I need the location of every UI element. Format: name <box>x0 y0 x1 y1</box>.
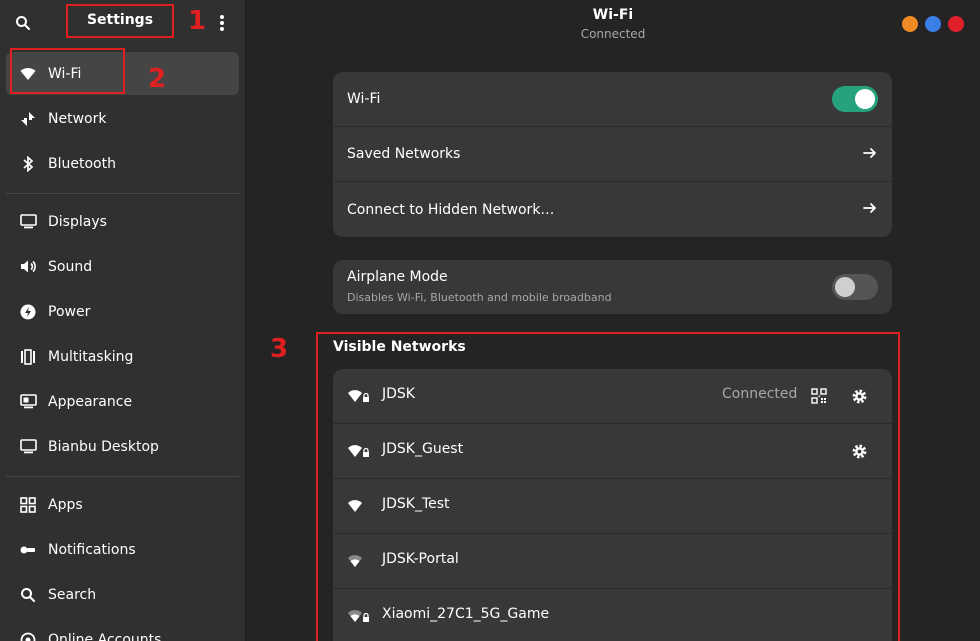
sidebar-divider <box>6 476 239 477</box>
sidebar-item-sound[interactable]: Sound <box>6 245 239 288</box>
sidebar-item-online-accounts[interactable]: Online Accounts <box>6 618 239 641</box>
airplane-mode-switch[interactable] <box>832 274 878 300</box>
sidebar-item-multitasking[interactable]: Multitasking <box>6 335 239 378</box>
kebab-menu-icon <box>220 15 224 31</box>
sidebar-item-label: Online Accounts <box>48 631 162 641</box>
saved-networks-row[interactable]: Saved Networks <box>333 127 892 182</box>
sidebar-item-label: Sound <box>48 258 93 275</box>
annotation-box-1 <box>66 4 174 38</box>
sidebar-item-search[interactable]: Search <box>6 573 239 616</box>
saved-networks-label: Saved Networks <box>347 146 461 162</box>
sidebar-item-network[interactable]: Network <box>6 97 239 140</box>
sidebar-item-label: Network <box>48 110 107 127</box>
power-icon <box>18 302 38 322</box>
sidebar-item-displays[interactable]: Displays <box>6 200 239 243</box>
hidden-network-label: Connect to Hidden Network… <box>347 201 555 218</box>
sidebar-item-apps[interactable]: Apps <box>6 483 239 526</box>
sidebar-item-label: Displays <box>48 213 107 230</box>
sidebar-item-bluetooth[interactable]: Bluetooth <box>6 142 239 185</box>
sidebar-item-label: Bluetooth <box>48 155 116 172</box>
sidebar-item-label: Power <box>48 303 91 320</box>
arrow-right-icon <box>863 148 876 158</box>
wifi-settings-card: Wi-Fi Saved Networks Connect to Hidden N… <box>333 72 892 237</box>
sidebar-item-label: Search <box>48 586 97 603</box>
arrow-right-icon <box>863 203 876 213</box>
minimize-button[interactable] <box>902 16 918 32</box>
wifi-toggle-label: Wi-Fi <box>347 91 381 107</box>
desktop-icon <box>18 437 38 457</box>
sidebar-item-label: Multitasking <box>48 348 134 365</box>
wifi-switch[interactable] <box>832 86 878 112</box>
main-menu-button[interactable] <box>208 8 236 38</box>
annotation-number-2: 2 <box>148 64 167 94</box>
search-button[interactable] <box>8 8 38 38</box>
search-icon <box>18 585 38 605</box>
sidebar-item-appearance[interactable]: Appearance <box>6 380 239 423</box>
network-icon <box>18 109 38 129</box>
airplane-mode-card: Airplane Mode Disables Wi-Fi, Bluetooth … <box>333 260 892 314</box>
display-icon <box>18 212 38 232</box>
sidebar-item-bianbu-desktop[interactable]: Bianbu Desktop <box>6 425 239 468</box>
hidden-network-row[interactable]: Connect to Hidden Network… <box>333 182 892 237</box>
sidebar-item-label: Notifications <box>48 541 136 558</box>
page-title: Wi-Fi <box>592 7 634 23</box>
airplane-mode-description: Disables Wi-Fi, Bluetooth and mobile bro… <box>347 291 612 304</box>
sidebar-item-notifications[interactable]: Notifications <box>6 528 239 571</box>
sidebar-item-label: Bianbu Desktop <box>48 438 159 455</box>
page-subtitle: Connected <box>580 27 646 41</box>
bell-icon <box>18 540 38 560</box>
annotation-box-2 <box>10 48 125 94</box>
maximize-button[interactable] <box>925 16 941 32</box>
sidebar-item-label: Appearance <box>48 393 133 410</box>
close-button[interactable] <box>948 16 964 32</box>
sidebar-divider <box>6 193 239 194</box>
multitasking-icon <box>18 347 38 367</box>
apps-icon <box>18 495 38 515</box>
sidebar-item-power[interactable]: Power <box>6 290 239 333</box>
sidebar: Settings Wi-Fi Network Bluetooth Display… <box>0 0 246 641</box>
appearance-icon <box>18 392 38 412</box>
bluetooth-icon <box>18 154 38 174</box>
airplane-mode-label: Airplane Mode <box>347 269 448 285</box>
annotation-box-3 <box>316 332 900 641</box>
search-icon <box>16 16 31 31</box>
sound-icon <box>18 257 38 277</box>
annotation-number-3: 3 <box>270 334 289 364</box>
wifi-toggle-row[interactable]: Wi-Fi <box>333 72 892 127</box>
annotation-number-1: 1 <box>188 6 207 36</box>
sidebar-item-label: Apps <box>48 496 83 513</box>
accounts-icon <box>18 630 38 641</box>
